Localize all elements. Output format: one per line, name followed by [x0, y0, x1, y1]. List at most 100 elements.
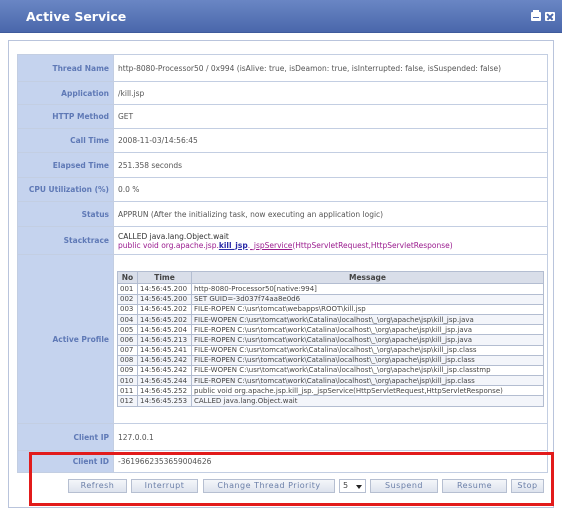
cell-message: public void org.apache.jsp.kill_jsp._jsp… [191, 385, 544, 397]
row-thread-name: Thread Name http-8080-Processor50 / 0x99… [17, 54, 548, 82]
col-time: Time [137, 271, 192, 285]
cell-time: 14:56:45.213 [137, 334, 192, 346]
label-client-ip: Client IP [17, 423, 114, 451]
row-call-time: Call Time 2008-11-03/14:56:45 [17, 128, 548, 153]
cell-no: 002 [117, 293, 138, 305]
cell-message: FILE-WOPEN C:\usr\tomcat\work\Catalina\l… [191, 344, 544, 356]
stacktrace-line-1: CALLED java.lang.Object.wait [118, 231, 229, 241]
table-row: 004 14:56:45.202 FILE-WOPEN C:\usr\tomcat\… [117, 313, 544, 326]
priority-select[interactable]: 5 [339, 479, 366, 493]
row-http-method: HTTP Method GET [17, 104, 548, 129]
profile-header-row: No Time Message [117, 271, 544, 285]
table-row: 012 14:56:45.253 CALLED java.lang.Object.w… [117, 395, 544, 407]
cell-message: FILE-WOPEN C:\usr\tomcat\work\Catalina\l… [191, 364, 544, 377]
cell-message: FILE-ROPEN C:\usr\tomcat\work\Catalina\l… [191, 334, 544, 346]
cell-no: 006 [117, 334, 138, 346]
label-status: Status [17, 201, 114, 227]
active-profile-table: No Time Message 001 14:56:45.200 http-8080… [117, 271, 544, 407]
value-active-profile: No Time Message 001 14:56:45.200 http-8080… [113, 254, 548, 424]
stop-button[interactable]: Stop [511, 479, 544, 493]
value-http-method: GET [113, 104, 548, 129]
row-status: Status APPRUN (After the initializing ta… [17, 201, 548, 227]
table-row: 002 14:56:45.200 SET GUID=-3d037f74aa8e0d6 [117, 293, 544, 305]
col-no: No [117, 271, 138, 285]
cell-message: FILE-ROPEN C:\usr\tomcat\webapps\ROOT\ki… [191, 303, 544, 315]
cell-time: 14:56:45.202 [137, 313, 192, 326]
label-cpu-utilization: CPU Utilization (%) [17, 177, 114, 202]
table-row: 001 14:56:45.200 http-8080-Processor50[nat… [117, 283, 544, 295]
chevron-down-icon [356, 485, 362, 489]
stacktrace-prefix: public void org.apache.jsp. [118, 240, 219, 250]
label-thread-name: Thread Name [17, 54, 114, 82]
suspend-button[interactable]: Suspend [370, 479, 438, 493]
cell-no: 008 [117, 354, 138, 366]
value-status: APPRUN (After the initializing task, now… [113, 201, 548, 227]
table-row: 007 14:56:45.241 FILE-WOPEN C:\usr\tomcat\… [117, 344, 544, 356]
cell-no: 011 [117, 385, 138, 397]
value-application: /kill.jsp [113, 81, 548, 105]
cell-message: CALLED java.lang.Object.wait [191, 395, 544, 407]
cell-message: SET GUID=-3d037f74aa8e0d6 [191, 293, 544, 305]
table-row: 009 14:56:45.242 FILE-WOPEN C:\usr\tomcat\… [117, 364, 544, 377]
value-elapsed-time: 251.358 seconds [113, 152, 548, 178]
stacktrace-method-link[interactable]: _jspService [250, 241, 292, 250]
table-row: 005 14:56:45.204 FILE-ROPEN C:\usr\tomcat\… [117, 324, 544, 336]
cell-time: 14:56:45.204 [137, 324, 192, 336]
value-client-ip: 127.0.0.1 [113, 423, 548, 451]
label-client-id: Client ID [17, 450, 114, 473]
stacktrace-kill-link[interactable]: kill_jsp [219, 241, 248, 250]
profile-rows: 001 14:56:45.200 http-8080-Processor50[nat… [117, 283, 544, 407]
row-client-ip: Client IP 127.0.0.1 [17, 423, 548, 451]
window-title: Active Service [26, 9, 127, 24]
cell-time: 14:56:45.244 [137, 375, 192, 387]
priority-value: 5 [343, 481, 349, 490]
table-row: 010 14:56:45.244 FILE-ROPEN C:\usr\tomcat\… [117, 375, 544, 387]
cell-no: 009 [117, 364, 138, 377]
value-stacktrace: CALLED java.lang.Object.wait public void… [113, 226, 548, 255]
cell-time: 14:56:45.200 [137, 293, 192, 305]
label-active-profile: Active Profile [17, 254, 114, 424]
value-client-id: -3619662353659004626 [113, 450, 548, 473]
cell-no: 005 [117, 324, 138, 336]
label-http-method: HTTP Method [17, 104, 114, 129]
label-elapsed-time: Elapsed Time [17, 152, 114, 178]
cell-message: http-8080-Processor50[native:994] [191, 283, 544, 295]
stacktrace-args: (HttpServletRequest,HttpServletResponse) [292, 240, 453, 250]
label-call-time: Call Time [17, 128, 114, 153]
close-icon[interactable] [545, 12, 555, 21]
cell-time: 14:56:45.253 [137, 395, 192, 407]
cell-message: FILE-ROPEN C:\usr\tomcat\work\Catalina\l… [191, 324, 544, 336]
row-client-id: Client ID -3619662353659004626 [17, 450, 548, 473]
cell-no: 004 [117, 313, 138, 326]
stacktrace-line-2: public void org.apache.jsp.kill_jsp._jsp… [118, 241, 547, 250]
table-row: 011 14:56:45.252 public void org.apache.js… [117, 385, 544, 397]
table-row: 003 14:56:45.202 FILE-ROPEN C:\usr\tomcat\… [117, 303, 544, 315]
title-bar: Active Service [0, 0, 562, 33]
cell-time: 14:56:45.242 [137, 364, 192, 377]
value-thread-name: http-8080-Processor50 / 0x994 (isAlive: … [113, 54, 548, 82]
table-row: 006 14:56:45.213 FILE-ROPEN C:\usr\tomcat\… [117, 334, 544, 346]
cell-time: 14:56:45.241 [137, 344, 192, 356]
table-row: 008 14:56:45.242 FILE-ROPEN C:\usr\tomcat\… [117, 354, 544, 366]
label-application: Application [17, 81, 114, 105]
cell-time: 14:56:45.200 [137, 283, 192, 295]
resume-button[interactable]: Resume [442, 479, 507, 493]
row-application: Application /kill.jsp [17, 81, 548, 105]
cell-no: 010 [117, 375, 138, 387]
row-stacktrace: Stacktrace CALLED java.lang.Object.wait … [17, 226, 548, 255]
change-thread-priority-button[interactable]: Change Thread Priority [203, 479, 335, 493]
cell-time: 14:56:45.202 [137, 303, 192, 315]
cell-time: 14:56:45.252 [137, 385, 192, 397]
cell-no: 003 [117, 303, 138, 315]
refresh-button[interactable]: Refresh [68, 479, 127, 493]
cell-message: FILE-ROPEN C:\usr\tomcat\work\Catalina\l… [191, 354, 544, 366]
print-icon[interactable] [531, 10, 541, 21]
value-call-time: 2008-11-03/14:56:45 [113, 128, 548, 153]
cell-no: 012 [117, 395, 138, 407]
cell-message: FILE-WOPEN C:\usr\tomcat\work\Catalina\l… [191, 313, 544, 326]
interrupt-button[interactable]: Interrupt [131, 479, 198, 493]
service-detail-table: Thread Name http-8080-Processor50 / 0x99… [17, 54, 548, 473]
cell-time: 14:56:45.242 [137, 354, 192, 366]
cell-no: 001 [117, 283, 138, 295]
row-cpu-utilization: CPU Utilization (%) 0.0 % [17, 177, 548, 202]
